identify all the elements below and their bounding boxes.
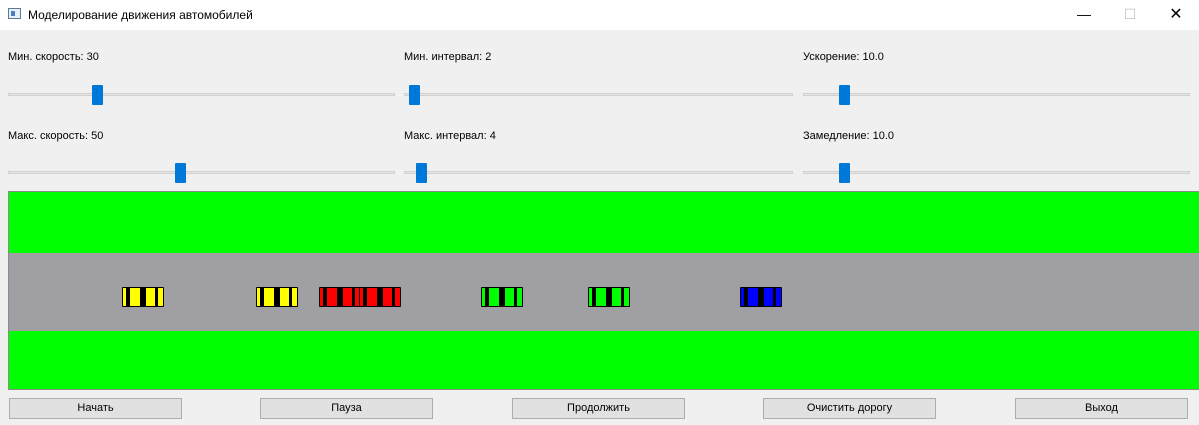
- slider-groove: [803, 93, 1190, 96]
- car-window: [592, 288, 596, 306]
- slider-groove: [8, 93, 395, 96]
- car-window: [499, 288, 505, 306]
- car-window: [337, 288, 343, 306]
- min-speed-slider[interactable]: [8, 85, 395, 105]
- slider-groove: [8, 171, 395, 174]
- slider-handle[interactable]: [839, 163, 850, 183]
- car: [359, 287, 401, 307]
- car-window: [514, 288, 517, 306]
- car-window: [392, 288, 395, 306]
- slider-handle[interactable]: [175, 163, 186, 183]
- car-window: [485, 288, 489, 306]
- simulation-canvas: [8, 191, 1199, 390]
- maximize-button[interactable]: ☐: [1107, 0, 1153, 30]
- car-window: [260, 288, 264, 306]
- car-window: [621, 288, 624, 306]
- car: [740, 287, 782, 307]
- slider-handle[interactable]: [839, 85, 850, 105]
- car-window: [274, 288, 280, 306]
- car-window: [155, 288, 158, 306]
- deceleration-slider[interactable]: [803, 163, 1190, 183]
- car-window: [606, 288, 612, 306]
- resume-button[interactable]: Продолжить: [512, 398, 685, 419]
- slider-groove: [404, 171, 793, 174]
- window-title: Моделирование движения автомобилей: [28, 8, 253, 22]
- acceleration-slider[interactable]: [803, 85, 1190, 105]
- car: [256, 287, 298, 307]
- slider-handle[interactable]: [92, 85, 103, 105]
- slider-handle[interactable]: [416, 163, 427, 183]
- car-window: [140, 288, 146, 306]
- deceleration-label: Замедление: 10.0: [803, 130, 895, 142]
- max-speed-label: Макс. скорость: 50: [8, 130, 104, 142]
- car: [588, 287, 630, 307]
- title-bar: Моделирование движения автомобилей — ☐ ✕: [0, 0, 1199, 30]
- car-window: [323, 288, 327, 306]
- min-interval-slider[interactable]: [404, 85, 793, 105]
- car: [481, 287, 523, 307]
- car-window: [377, 288, 383, 306]
- car-window: [126, 288, 130, 306]
- app-window-icon: [8, 8, 21, 19]
- start-button[interactable]: Начать: [9, 398, 182, 419]
- clear-road-button[interactable]: Очистить дорогу: [763, 398, 936, 419]
- car: [319, 287, 361, 307]
- car-window: [352, 288, 355, 306]
- close-button[interactable]: ✕: [1153, 0, 1199, 30]
- max-interval-label: Макс. интервал: 4: [404, 130, 496, 142]
- car-window: [773, 288, 776, 306]
- max-interval-slider[interactable]: [404, 163, 793, 183]
- slider-groove: [404, 93, 793, 96]
- max-speed-slider[interactable]: [8, 163, 395, 183]
- car-window: [744, 288, 748, 306]
- car: [122, 287, 164, 307]
- acceleration-label: Ускорение: 10.0: [803, 51, 884, 63]
- exit-button[interactable]: Выход: [1015, 398, 1188, 419]
- car-window: [758, 288, 764, 306]
- slider-handle[interactable]: [409, 85, 420, 105]
- pause-button[interactable]: Пауза: [260, 398, 433, 419]
- slider-groove: [803, 171, 1190, 174]
- min-interval-label: Мин. интервал: 2: [404, 51, 492, 63]
- car-window: [289, 288, 292, 306]
- min-speed-label: Мин. скорость: 30: [8, 51, 99, 63]
- minimize-button[interactable]: —: [1061, 0, 1107, 30]
- car-window: [363, 288, 367, 306]
